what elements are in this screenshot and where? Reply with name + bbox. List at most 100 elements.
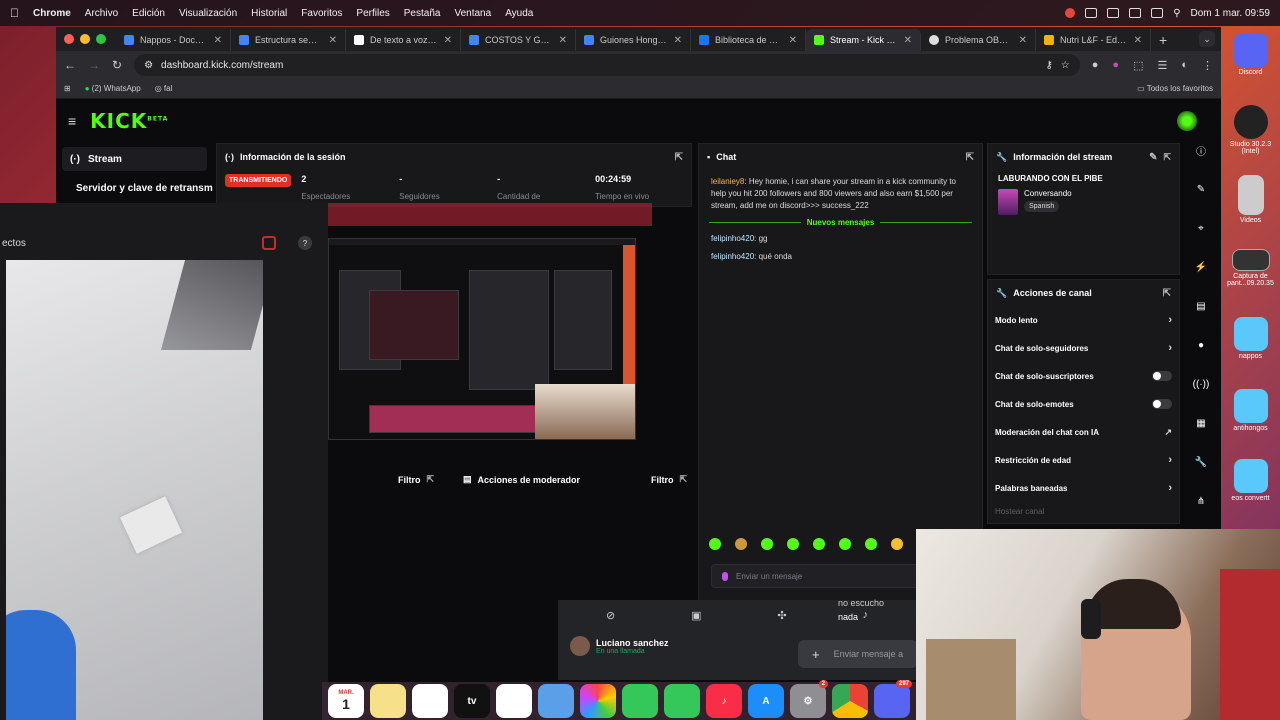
- desktop-item-folder[interactable]: antihongos: [1221, 389, 1280, 432]
- desktop-item-videos[interactable]: Videos: [1221, 175, 1280, 224]
- browser-tab[interactable]: Problema OBS Kick ✕: [921, 29, 1036, 51]
- maps-icon[interactable]: [538, 684, 574, 718]
- app-store-icon[interactable]: A: [748, 684, 784, 718]
- bookmark-fal[interactable]: ◎ fal: [155, 84, 173, 93]
- menu-app-name[interactable]: Chrome: [33, 8, 71, 19]
- desktop-item-screenshot[interactable]: Captura de pant...09.20.35: [1221, 249, 1280, 287]
- action-slow-mode[interactable]: Modo lento ›: [988, 306, 1179, 334]
- user-avatar[interactable]: [1177, 111, 1197, 131]
- record-icon[interactable]: [262, 236, 276, 250]
- close-tab-icon[interactable]: ✕: [329, 35, 337, 46]
- wrench-icon[interactable]: 🔧: [1190, 451, 1212, 473]
- avatar[interactable]: [570, 636, 590, 656]
- star-icon[interactable]: ☆: [1061, 60, 1070, 71]
- photos-icon[interactable]: [580, 684, 616, 718]
- menu-item[interactable]: Perfiles: [356, 8, 389, 19]
- browser-tab[interactable]: Estructura semanal ✕: [231, 29, 346, 51]
- key-icon[interactable]: ⚷: [1045, 60, 1052, 71]
- reload-icon[interactable]: ↻: [112, 58, 122, 72]
- browser-tab[interactable]: COSTOS Y GANANC ✕: [461, 29, 576, 51]
- kick-logo[interactable]: KICKBETA: [90, 109, 168, 133]
- toggle-switch[interactable]: [1152, 371, 1172, 381]
- action-banned-words[interactable]: Palabras baneadas ›: [988, 474, 1179, 502]
- desktop-item-discord[interactable]: Discord: [1221, 33, 1280, 76]
- action-age-restriction[interactable]: Restricción de edad ›: [988, 446, 1179, 474]
- menu-item[interactable]: Edición: [132, 8, 165, 19]
- apple-icon[interactable]: : [10, 6, 19, 20]
- bookmark-whatsapp[interactable]: ● (2) WhatsApp: [85, 84, 141, 93]
- browser-tab-active[interactable]: Stream - Kick Dashb ✕: [806, 29, 921, 51]
- sidebar-item-stream[interactable]: (·) Stream: [62, 147, 207, 171]
- apple-tv-icon[interactable]: tv: [454, 684, 490, 718]
- discord-icon[interactable]: 297: [874, 680, 912, 718]
- calendar-icon[interactable]: MAR. 1: [328, 684, 364, 718]
- browser-tab[interactable]: Nutri L&F - Edita te ✕: [1036, 29, 1151, 51]
- settings-icon[interactable]: ⚙ 2: [790, 680, 828, 718]
- menu-item[interactable]: Pestaña: [404, 8, 441, 19]
- emote-icon[interactable]: [709, 538, 721, 550]
- music-icon[interactable]: ♪: [706, 684, 742, 718]
- close-window-icon[interactable]: [64, 34, 74, 44]
- chat-username[interactable]: leilaniey8: [711, 177, 744, 186]
- popout-icon[interactable]: ⇱: [966, 152, 974, 163]
- plus-icon[interactable]: +: [812, 647, 820, 662]
- mic-icon[interactable]: [722, 571, 728, 581]
- facetime-icon[interactable]: [664, 684, 700, 718]
- menubar-clock[interactable]: Dom 1 mar. 09:59: [1191, 8, 1270, 19]
- desktop-item-folder[interactable]: eos convertt: [1221, 459, 1280, 502]
- help-icon[interactable]: ?: [298, 236, 312, 250]
- browser-tab[interactable]: Guiones Hongos - D ✕: [576, 29, 691, 51]
- reminders-icon[interactable]: [496, 684, 532, 718]
- close-tab-icon[interactable]: ✕: [1019, 35, 1027, 46]
- battery-icon[interactable]: [1151, 8, 1164, 18]
- minimize-window-icon[interactable]: [80, 34, 90, 44]
- close-tab-icon[interactable]: ✕: [559, 35, 567, 46]
- popout-icon[interactable]: ⇱: [427, 474, 435, 485]
- tab-search-icon[interactable]: ⌄: [1199, 31, 1215, 47]
- recording-icon[interactable]: [1065, 8, 1076, 18]
- extension-icon[interactable]: ●: [1112, 59, 1119, 72]
- display-icon[interactable]: [1129, 8, 1142, 18]
- close-tab-icon[interactable]: ✕: [674, 35, 682, 46]
- emote-icon[interactable]: [891, 538, 903, 550]
- freeform-icon[interactable]: [412, 684, 448, 718]
- broadcast-icon[interactable]: ((·)): [1190, 373, 1212, 395]
- target-icon[interactable]: ⌖: [1190, 217, 1212, 239]
- filter-label[interactable]: Filtro: [398, 475, 421, 485]
- extension-icon[interactable]: ●: [1092, 59, 1099, 72]
- menu-item[interactable]: Visualización: [179, 8, 237, 19]
- pencil-icon[interactable]: ✎: [1190, 178, 1212, 200]
- emote-icon[interactable]: [787, 538, 799, 550]
- menu-icon[interactable]: ⋮: [1202, 59, 1213, 72]
- action-ai-moderation[interactable]: Moderación del chat con IA ↗: [988, 418, 1179, 446]
- emote-icon[interactable]: [865, 538, 877, 550]
- menu-item[interactable]: Ventana: [454, 8, 491, 19]
- layout-icon[interactable]: ▦: [1190, 412, 1212, 434]
- chat-icon[interactable]: ●: [1190, 334, 1212, 356]
- messages-icon[interactable]: [622, 684, 658, 718]
- apps-grid-icon[interactable]: ⊞: [64, 84, 71, 93]
- lightning-icon[interactable]: ⚡: [1190, 256, 1212, 278]
- close-tab-icon[interactable]: ✕: [904, 35, 912, 46]
- clipboard-icon[interactable]: ▤: [1190, 295, 1212, 317]
- puzzle-icon[interactable]: ⬚: [1133, 59, 1143, 72]
- close-tab-icon[interactable]: ✕: [789, 35, 797, 46]
- desktop-item-obs[interactable]: Studio 30.2.3 (Intel): [1221, 105, 1280, 155]
- browser-tab[interactable]: De texto a voz | Elev ✕: [346, 29, 461, 51]
- hamburger-icon[interactable]: ≡: [68, 113, 76, 129]
- chat-username[interactable]: felipinho420: [711, 252, 754, 261]
- notes-icon[interactable]: [370, 684, 406, 718]
- site-info-icon[interactable]: ⚙: [144, 60, 153, 71]
- browser-tab[interactable]: Nappos - Documen ✕: [116, 29, 231, 51]
- emote-icon[interactable]: [813, 538, 825, 550]
- back-icon[interactable]: ←: [64, 58, 76, 72]
- menu-item[interactable]: Archivo: [85, 8, 118, 19]
- menu-item[interactable]: Ayuda: [505, 8, 533, 19]
- popout-icon[interactable]: ⇱: [675, 152, 683, 163]
- close-tab-icon[interactable]: ✕: [1134, 35, 1142, 46]
- all-favorites[interactable]: ▭ Todos los favoritos: [1137, 84, 1213, 93]
- maximize-window-icon[interactable]: [96, 34, 106, 44]
- action-followers-only[interactable]: Chat de solo-seguidores ›: [988, 334, 1179, 362]
- popout-icon[interactable]: ⇱: [1163, 152, 1171, 163]
- filter-label[interactable]: Filtro: [651, 475, 674, 485]
